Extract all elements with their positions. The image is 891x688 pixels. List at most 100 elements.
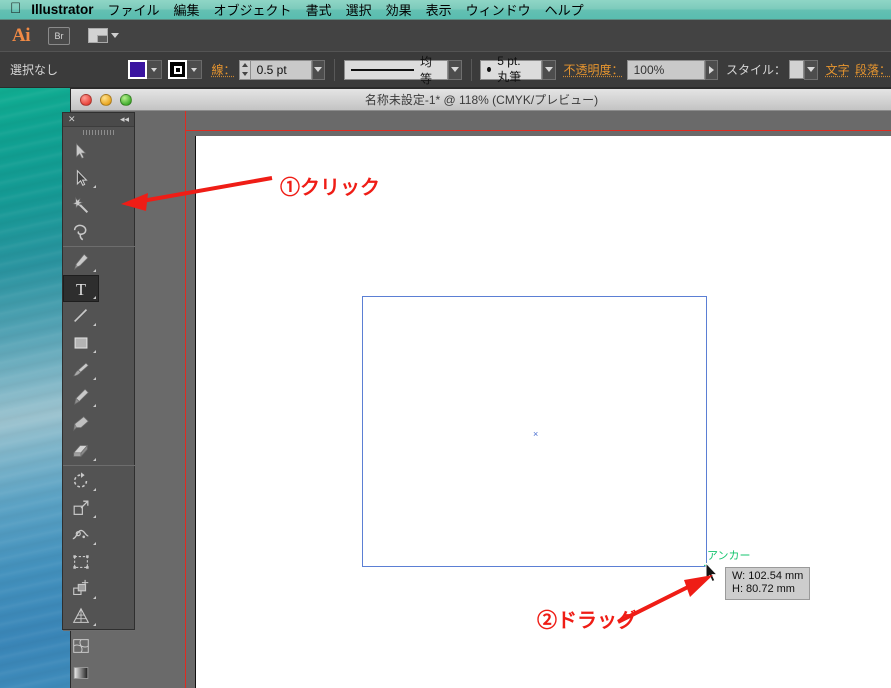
line-segment-tool[interactable]	[63, 302, 99, 329]
document-title-bar[interactable]: 名称未設定-1* @ 118% (CMYK/プレビュー)	[71, 89, 891, 111]
zoom-window-button[interactable]	[120, 94, 132, 106]
measurement-tooltip: W: 102.54 mm H: 80.72 mm	[725, 567, 810, 600]
magic-wand-tool[interactable]	[63, 191, 99, 218]
rectangle-tool[interactable]	[63, 329, 99, 356]
document-title-text: 名称未設定-1* @ 118% (CMYK/プレビュー)	[71, 91, 891, 108]
tool-flyout-indicator	[93, 296, 96, 299]
chevron-down-icon	[111, 33, 119, 38]
pen-tool[interactable]	[63, 248, 99, 275]
tool-flyout-indicator	[93, 269, 96, 272]
style-label: スタイル：	[726, 61, 786, 78]
stroke-weight-stepper[interactable]	[239, 60, 249, 80]
menu-item-help[interactable]: ヘルプ	[545, 0, 584, 19]
pencil-tool[interactable]	[63, 383, 99, 410]
stroke-weight-label: 線：	[211, 61, 235, 78]
screenshot-root:  Illustrator ファイル 編集 オブジェクト 書式 選択 効果 表示…	[0, 0, 891, 688]
eraser-tool[interactable]	[63, 437, 99, 464]
brush-preview-icon	[487, 67, 491, 72]
stroke-color-control[interactable]	[168, 60, 202, 79]
menu-item-type[interactable]: 書式	[306, 0, 332, 19]
paragraph-panel-link[interactable]: 段落：	[855, 61, 891, 78]
mesh-tool[interactable]	[63, 632, 99, 659]
brush-definition-combo[interactable]: 5 pt. 丸筆	[480, 60, 542, 80]
collapse-panel-icon[interactable]: ◂◂	[120, 115, 129, 124]
menu-item-window[interactable]: ウィンドウ	[466, 0, 531, 19]
stroke-profile-combo[interactable]: 均等	[344, 60, 448, 80]
tools-divider-1	[63, 246, 135, 247]
document-window: 名称未設定-1* @ 118% (CMYK/プレビュー) × アンカー + W:…	[70, 88, 891, 688]
measurement-height: H: 80.72 mm	[732, 583, 803, 596]
document-canvas[interactable]: × アンカー + W: 102.54 mm H: 80.72 mm	[71, 111, 891, 688]
stroke-weight-dropdown[interactable]	[312, 60, 326, 80]
mac-menu-bar:  Illustrator ファイル 編集 オブジェクト 書式 選択 効果 表示…	[0, 0, 891, 20]
menu-item-view[interactable]: 表示	[426, 0, 452, 19]
rotate-tool[interactable]	[63, 467, 99, 494]
tool-flyout-indicator	[93, 542, 96, 545]
illustrator-app-shell: Ai Br 選択なし 線： 0.5 pt 均等 5 pt. 丸筆 不透明度： 1…	[0, 20, 891, 88]
menu-item-effect[interactable]: 効果	[386, 0, 412, 19]
gradient-tool[interactable]	[63, 659, 99, 686]
stroke-profile-preview-icon	[351, 69, 414, 71]
fill-color-control[interactable]	[128, 60, 162, 79]
tool-flyout-indicator	[93, 377, 96, 380]
stroke-profile-dropdown[interactable]	[448, 60, 462, 80]
application-bar: Ai Br	[0, 20, 891, 52]
brush-definition-label: 5 pt. 丸筆	[497, 54, 535, 85]
tools-divider-3	[63, 630, 135, 631]
brush-definition-dropdown[interactable]	[542, 60, 556, 80]
tool-flyout-indicator	[93, 596, 96, 599]
paintbrush-tool[interactable]	[63, 356, 99, 383]
opacity-field[interactable]: 100%	[627, 60, 705, 80]
scale-tool[interactable]	[63, 494, 99, 521]
lasso-tool[interactable]	[63, 218, 99, 245]
tool-flyout-indicator	[93, 458, 96, 461]
workspace-switcher-button[interactable]	[88, 28, 119, 43]
tools-divider-2	[63, 465, 135, 466]
tools-panel-header: ✕ ◂◂	[63, 113, 134, 127]
shape-builder-tool[interactable]	[63, 575, 99, 602]
width-tool[interactable]	[63, 521, 99, 548]
apple-logo-icon[interactable]: 	[6, 1, 31, 18]
annotation-step-2: ②ドラッグ	[537, 604, 637, 633]
free-transform-tool[interactable]	[63, 548, 99, 575]
close-icon[interactable]: ✕	[68, 115, 76, 124]
tools-panel-grip[interactable]	[63, 127, 134, 137]
illustrator-logo-icon: Ai	[10, 25, 30, 47]
stroke-weight-field[interactable]: 0.5 pt	[250, 60, 312, 80]
graphic-style-dropdown[interactable]	[804, 60, 818, 80]
smart-guide-anchor-label: アンカー	[707, 547, 751, 563]
stroke-color-swatch[interactable]	[168, 60, 187, 79]
window-controls	[71, 94, 132, 106]
menu-app-name[interactable]: Illustrator	[31, 2, 93, 17]
control-divider-2	[471, 59, 472, 81]
menu-item-select[interactable]: 選択	[346, 0, 372, 19]
measurement-width: W: 102.54 mm	[732, 570, 803, 583]
type-tool[interactable]: T	[63, 275, 99, 302]
perspective-grid-tool[interactable]	[63, 602, 99, 629]
control-divider	[334, 59, 335, 81]
bleed-guide-vertical	[185, 111, 186, 688]
tool-group-color	[63, 632, 134, 688]
opacity-flyout-button[interactable]	[705, 60, 719, 80]
minimize-window-button[interactable]	[100, 94, 112, 106]
tool-flyout-indicator	[93, 185, 96, 188]
opacity-label: 不透明度：	[564, 61, 624, 78]
menu-item-file[interactable]: ファイル	[108, 0, 160, 19]
tool-flyout-indicator	[93, 323, 96, 326]
tools-panel: ✕ ◂◂ T	[62, 112, 135, 630]
fill-color-swatch[interactable]	[128, 60, 147, 79]
blob-brush-tool[interactable]	[63, 410, 99, 437]
selection-tool[interactable]	[63, 137, 99, 164]
menu-item-object[interactable]: オブジェクト	[214, 0, 292, 19]
bleed-guide-horizontal	[185, 130, 891, 131]
fill-swatch-dropdown[interactable]	[147, 60, 162, 79]
go-to-bridge-button[interactable]: Br	[48, 27, 70, 45]
graphic-style-swatch[interactable]	[789, 60, 804, 79]
stroke-profile-label: 均等	[420, 53, 441, 87]
tool-group-transform	[63, 467, 134, 629]
menu-item-edit[interactable]: 編集	[174, 0, 200, 19]
direct-selection-tool[interactable]	[63, 164, 99, 191]
character-panel-link[interactable]: 文字	[826, 61, 850, 78]
close-window-button[interactable]	[80, 94, 92, 106]
stroke-swatch-dropdown[interactable]	[187, 60, 202, 79]
